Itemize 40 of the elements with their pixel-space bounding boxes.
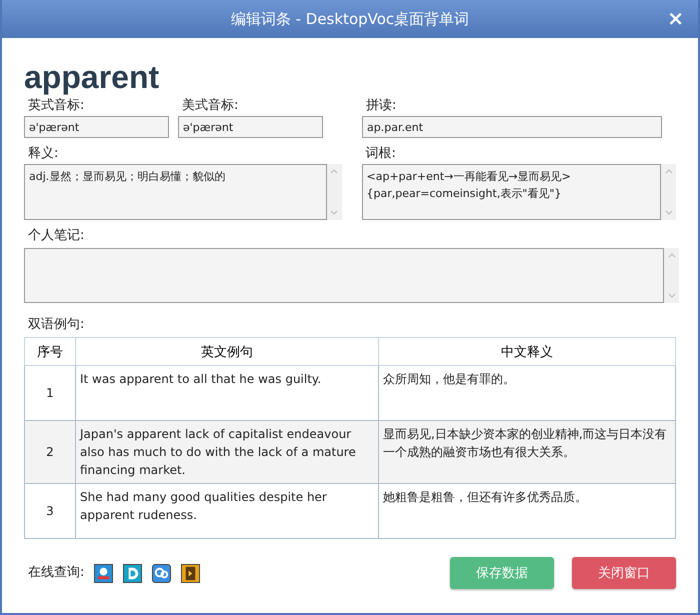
scroll-up-icon[interactable] (664, 169, 672, 174)
table-cell: 3 (24, 484, 76, 538)
column-header: 中文释义 (378, 338, 676, 366)
scroll-up-icon[interactable] (330, 169, 338, 174)
table-row[interactable]: 2 Japan's apparent lack of capitalist endeavour also has much to do with the lack of a mature financing market. 显而易见,日本缺少资本家的创业精神,而这与日本没有一个成熟的融资市场也有很大关系。 (24, 420, 676, 484)
scrollbar[interactable] (326, 164, 342, 220)
table-cell: 显而易见,日本缺少资本家的创业精神,而这与日本没有一个成熟的融资市场也有很大关系。 (378, 420, 676, 484)
scroll-down-icon[interactable] (664, 210, 672, 215)
close-button[interactable]: × (663, 6, 688, 30)
column-header: 英文例句 (76, 338, 378, 366)
table-cell: Japan's apparent lack of capitalist endeavour also has much to do with the lack of a mature financing market. (76, 420, 378, 484)
table-row[interactable]: 3 She had many good qualities despite her apparent rudeness. 她粗鲁是粗鲁，但还有许多优秀品质。 (24, 484, 676, 538)
scroll-down-icon[interactable] (330, 210, 338, 215)
field-label: 美式音标: (181, 97, 240, 115)
table-cell: She had many good qualities despite her apparent rudeness. (76, 484, 378, 538)
section-label: 双语例句: (27, 316, 86, 334)
online-label: 在线查询: (27, 564, 84, 582)
field-label: 个人笔记: (27, 227, 86, 245)
input-field[interactable]: ə'pærənt (178, 116, 323, 138)
column-header: 序号 (24, 338, 76, 366)
input-field[interactable]: ə'pærənt (24, 116, 169, 138)
scroll-down-icon[interactable] (668, 293, 676, 298)
window-title: 编辑词条 - DesktopVoc桌面背单词 (230, 10, 470, 28)
field-label: 拼读: (365, 97, 398, 115)
field-label: 英式音标: (27, 97, 86, 115)
book-icon[interactable] (181, 564, 200, 582)
field-label: 词根: (364, 145, 397, 163)
table-cell: 2 (24, 420, 76, 484)
scrollbar[interactable] (661, 164, 676, 220)
scrollbar[interactable] (664, 248, 679, 303)
scroll-up-icon[interactable] (668, 253, 676, 258)
field-label: 释义: (27, 145, 60, 163)
logo-icon[interactable] (152, 564, 172, 582)
close-button[interactable]: 关闭窗口 (572, 557, 676, 589)
input-field[interactable]: ap.par.ent (362, 116, 662, 138)
badge-icon[interactable] (123, 564, 142, 582)
text-area[interactable] (24, 248, 679, 303)
headword: apparent (24, 58, 160, 96)
table-cell: 她粗鲁是粗鲁，但还有许多优秀品质。 (378, 484, 676, 538)
reader-icon[interactable] (94, 564, 114, 582)
